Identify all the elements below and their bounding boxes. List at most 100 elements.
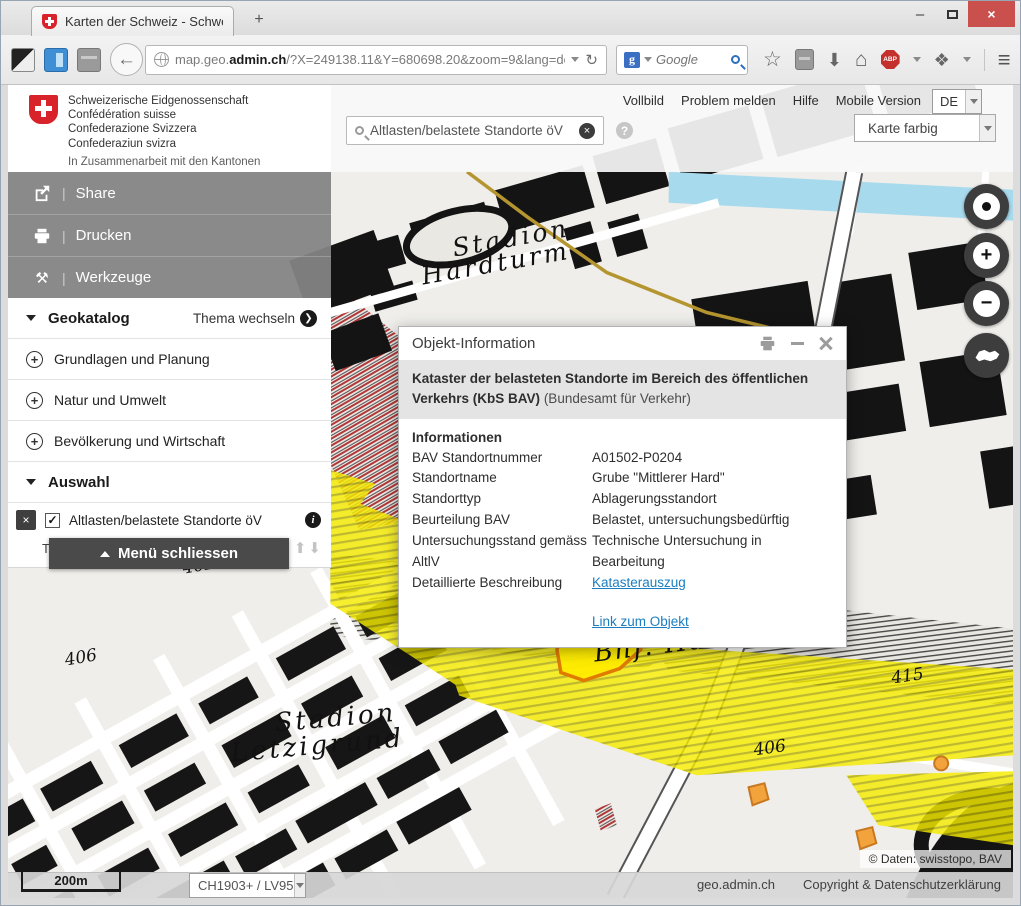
minimize-button[interactable]: – — [904, 1, 936, 27]
expand-plus-icon: + — [26, 351, 43, 368]
confederation-logo: Schweizerische Eidgenossenschaft Confédé… — [8, 85, 331, 172]
copyright-link[interactable]: Copyright & Datenschutzerklärung — [803, 877, 1001, 892]
link-hilfe[interactable]: Hilfe — [793, 93, 819, 108]
new-tab-button[interactable]: + — [245, 9, 273, 31]
logo-line: Confédération suisse — [68, 108, 331, 122]
move-layer-down-icon[interactable]: ⬇ — [308, 539, 321, 557]
sidebar-item-werkzeuge[interactable]: ⚒ | Werkzeuge — [8, 256, 331, 298]
popup-minimize-icon[interactable] — [791, 342, 804, 345]
arrow-circle-icon: ❯ — [300, 310, 317, 327]
drucken-label: Drucken — [76, 227, 132, 244]
bookmark-star-icon[interactable]: ☆ — [763, 49, 782, 70]
close-window-button[interactable]: × — [968, 1, 1015, 27]
minus-icon: − — [973, 290, 1000, 317]
search-icon[interactable] — [731, 55, 740, 64]
crs-dropdown-icon — [294, 874, 305, 897]
info-row: Untersuchungsstand gemäss AltlVTechnisch… — [412, 531, 833, 573]
language-select[interactable]: DE — [932, 89, 982, 114]
downloads-icon[interactable]: ⬇ — [827, 51, 842, 69]
info-row: BAV StandortnummerA01502-P0204 — [412, 448, 833, 469]
map-search-box[interactable]: × — [346, 116, 604, 145]
adblock-dropdown-icon[interactable] — [913, 57, 921, 62]
home-icon[interactable]: ⌂ — [855, 49, 868, 70]
browser-window: Karten der Schweiz - Schweize... + – × ←… — [0, 0, 1021, 906]
adblock-icon[interactable]: ABP — [881, 50, 900, 69]
link-mobile-version[interactable]: Mobile Version — [836, 93, 921, 108]
layer-checkbox[interactable]: ✓ — [45, 513, 60, 528]
geoadmin-link[interactable]: geo.admin.ch — [697, 877, 775, 892]
remove-layer-button[interactable]: × — [16, 510, 36, 530]
footer-links: geo.admin.ch Copyright & Datenschutzerkl… — [697, 877, 1001, 892]
map-style-select[interactable]: Karte farbig — [854, 114, 996, 142]
move-layer-up-icon[interactable]: ⬆ — [294, 539, 307, 557]
auswahl-header[interactable]: Auswahl — [8, 462, 331, 503]
theme-switch-link[interactable]: Thema wechseln ❯ — [193, 310, 317, 327]
web-search-input[interactable] — [656, 52, 727, 67]
popup-body: Informationen BAV StandortnummerA01502-P… — [399, 419, 846, 647]
language-dropdown-icon — [965, 90, 981, 113]
category-label: Bevölkerung und Wirtschaft — [54, 433, 225, 449]
thumbnail-addon-icon[interactable] — [11, 48, 35, 72]
category-natur[interactable]: + Natur und Umwelt — [8, 380, 331, 421]
sidebar-addon-icon[interactable] — [44, 48, 68, 72]
geokatalog-title: Geokatalog — [48, 310, 193, 327]
link-problem-melden[interactable]: Problem melden — [681, 93, 776, 108]
bookmarks-clipboard-icon[interactable] — [795, 49, 814, 70]
popup-header[interactable]: Objekt-Information — [399, 327, 846, 360]
logo-line: Schweizerische Eidgenossenschaft — [68, 94, 331, 108]
clear-search-icon[interactable]: × — [579, 123, 595, 139]
default-extent-button[interactable] — [964, 333, 1009, 378]
tools-icon: ⚒ — [32, 269, 52, 287]
link-vollbild[interactable]: Vollbild — [623, 93, 664, 108]
map-search-input[interactable] — [370, 123, 573, 138]
crs-select[interactable]: CH1903+ / LV95 — [189, 873, 306, 898]
archive-addon-icon[interactable] — [77, 48, 101, 72]
category-grundlagen[interactable]: + Grundlagen und Planung — [8, 339, 331, 380]
category-bevoelkerung[interactable]: + Bevölkerung und Wirtschaft — [8, 421, 331, 462]
crs-value: CH1903+ / LV95 — [190, 878, 294, 893]
popup-close-icon[interactable] — [819, 337, 833, 351]
link-zum-objekt[interactable]: Link zum Objekt — [592, 614, 689, 629]
menu-icon[interactable]: ≡ — [998, 47, 1011, 73]
layer-info-icon[interactable]: i — [305, 512, 321, 528]
close-menu-button[interactable]: Menü schliessen — [49, 538, 289, 569]
overflow-dropdown-icon[interactable] — [963, 57, 971, 62]
navigation-toolbar: ← map.geo.admin.ch/?X=249138.11&Y=680698… — [1, 35, 1020, 85]
popup-print-icon[interactable] — [759, 335, 776, 352]
printer-icon — [32, 227, 52, 245]
sidebar-item-drucken[interactable]: | Drucken — [8, 214, 331, 256]
caret-up-icon — [100, 551, 110, 557]
sidebar: | Share | Drucken ⚒ | Werkzeuge Geokatal… — [8, 172, 331, 568]
page-content: Stadion Hardturm Bhf. Hardbrücke Stadion… — [8, 85, 1013, 898]
browser-tab[interactable]: Karten der Schweiz - Schweize... — [31, 6, 234, 36]
window-controls: – × — [904, 1, 1015, 27]
map-attribution: © Daten: swisstopo, BAV — [860, 850, 1011, 868]
popup-layer-title: Kataster der belasteten Standorte im Ber… — [399, 360, 846, 419]
plus-icon: + — [973, 242, 1000, 269]
info-row: StandortnameGrube "Mittlerer Hard" — [412, 468, 833, 489]
maximize-button[interactable] — [936, 1, 968, 27]
map-style-dropdown-icon — [979, 115, 995, 141]
collapse-caret-icon — [26, 479, 36, 485]
addon-icon[interactable]: ❖ — [934, 51, 950, 69]
layer-order-controls: ⬆ ⬇ — [294, 539, 321, 557]
maximize-icon — [947, 10, 958, 19]
url-dropdown-icon[interactable] — [571, 57, 579, 62]
map-search-icon — [355, 126, 364, 135]
sidebar-item-share[interactable]: | Share — [8, 172, 331, 214]
katasterauszug-link[interactable]: Katasterauszug — [592, 575, 686, 590]
web-search-bar[interactable]: g — [616, 45, 748, 75]
zoom-in-button[interactable]: + — [964, 233, 1009, 278]
search-engine-dropdown-icon[interactable] — [644, 57, 652, 62]
url-bar[interactable]: map.geo.admin.ch/?X=249138.11&Y=680698.2… — [145, 45, 607, 75]
toolbar-separator — [984, 49, 985, 71]
zoom-out-button[interactable]: − — [964, 281, 1009, 326]
search-help-icon[interactable]: ? — [616, 122, 633, 139]
logo-line: Confederaziun svizra — [68, 137, 331, 151]
geolocate-button[interactable] — [964, 184, 1009, 229]
toolbar-buttons: ☆ ⬇ ⌂ ABP ❖ ≡ — [763, 47, 1011, 73]
logo-line: Confederazione Svizzera — [68, 122, 331, 136]
reload-icon[interactable]: ↻ — [585, 51, 598, 69]
back-button[interactable]: ← — [110, 43, 143, 76]
geokatalog-header[interactable]: Geokatalog Thema wechseln ❯ — [8, 298, 331, 339]
